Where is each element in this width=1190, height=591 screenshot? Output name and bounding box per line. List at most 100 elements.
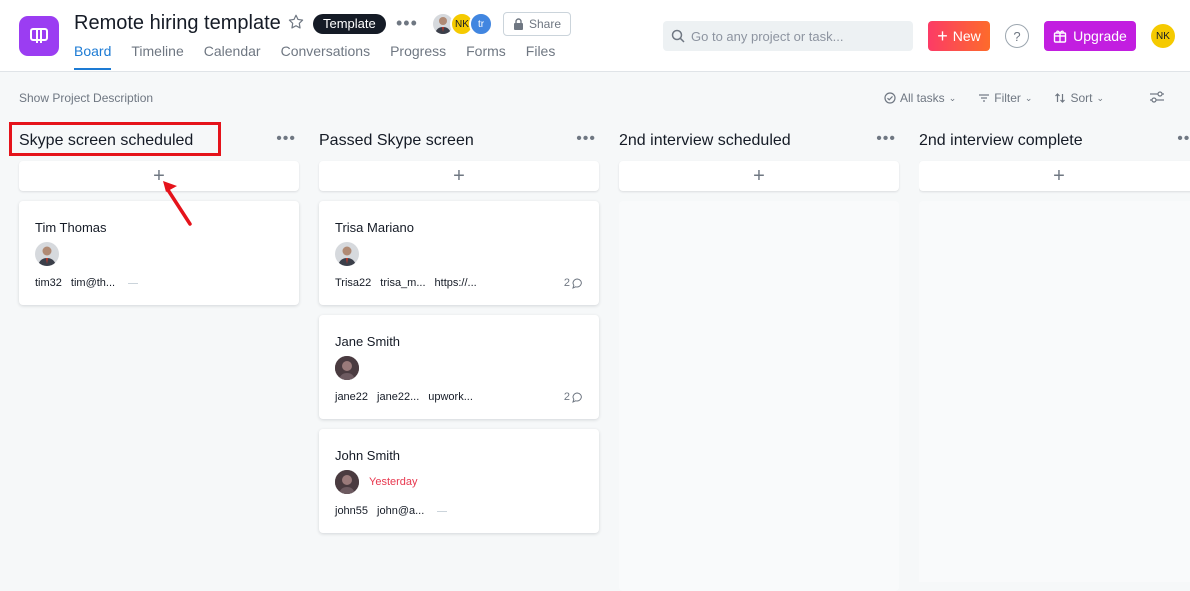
top-bar: Remote hiring template Template ••• NK t… [0, 0, 1190, 72]
project-title[interactable]: Remote hiring template [74, 12, 281, 35]
field-value: Trisa22 [335, 277, 372, 289]
all-tasks-label: All tasks [900, 91, 945, 105]
tab-board[interactable]: Board [74, 43, 112, 70]
gift-icon [1053, 30, 1067, 43]
comment-count-value: 2 [563, 277, 570, 289]
tab-progress[interactable]: Progress [390, 43, 446, 70]
comment-count-value: 2 [563, 391, 570, 403]
empty-column-body [919, 201, 1190, 582]
comment-count[interactable]: 2 [564, 391, 583, 403]
chevron-down-icon: ⌄ [1024, 92, 1033, 103]
assignee-avatar[interactable] [35, 242, 59, 266]
column-header[interactable]: 2nd interview scheduled ••• [619, 126, 899, 156]
upgrade-label: Upgrade [1073, 28, 1127, 44]
filter-dropdown[interactable]: Filter ⌄ [978, 91, 1032, 105]
share-label: Share [529, 17, 562, 31]
person-photo-icon [335, 470, 359, 494]
column-more-icon[interactable]: ••• [876, 130, 896, 148]
search-input[interactable] [691, 28, 901, 44]
field-value: jane22 [335, 391, 369, 403]
plus-icon: + [937, 26, 948, 46]
custom-fields: Trisa22 trisa_m... https://... [335, 277, 486, 289]
column-header[interactable]: Passed Skype screen ••• [319, 126, 599, 156]
field-value: trisa_m... [380, 277, 426, 289]
column-more-icon[interactable]: ••• [576, 130, 596, 148]
project-tabs: Board Timeline Calendar Conversations Pr… [74, 43, 555, 70]
assignee-avatar[interactable] [335, 356, 359, 380]
column-title[interactable]: Passed Skype screen [319, 132, 474, 150]
chevron-down-icon: ⌄ [1096, 92, 1105, 103]
task-card[interactable]: John Smith Yesterday john55 john@a... [319, 429, 599, 533]
share-button[interactable]: Share [503, 12, 572, 36]
sort-label: Sort [1070, 91, 1093, 105]
empty-field-dash [128, 283, 139, 284]
upgrade-button[interactable]: Upgrade [1044, 21, 1136, 51]
column-more-icon[interactable]: ••• [1177, 130, 1190, 148]
search-icon [671, 29, 685, 43]
add-task-button[interactable]: + [619, 161, 899, 191]
task-name[interactable]: John Smith [335, 448, 400, 463]
star-icon[interactable] [287, 13, 305, 31]
field-value: jane22... [377, 391, 420, 403]
field-value: john55 [335, 505, 369, 517]
new-button[interactable]: + New [928, 21, 990, 51]
customize-icon[interactable] [1149, 90, 1165, 104]
filter-icon [979, 94, 990, 102]
due-date[interactable]: Yesterday [369, 476, 418, 488]
board-column: 2nd interview scheduled ••• + [619, 126, 899, 591]
task-name[interactable]: Tim Thomas [35, 220, 107, 235]
custom-fields: tim32 tim@th... [35, 277, 147, 289]
comment-icon [572, 277, 582, 289]
custom-fields: john55 john@a... [335, 505, 456, 517]
assignee-avatar[interactable] [335, 470, 359, 494]
tab-calendar[interactable]: Calendar [204, 43, 261, 70]
help-button[interactable]: ? [1005, 24, 1029, 48]
sort-icon [1055, 93, 1066, 103]
column-title[interactable]: 2nd interview scheduled [619, 132, 791, 150]
board-column: Passed Skype screen ••• + Trisa Mariano … [319, 126, 599, 533]
person-photo-icon [338, 246, 356, 266]
search-bar[interactable] [663, 21, 913, 51]
highlight-annotation [9, 122, 221, 156]
tab-timeline[interactable]: Timeline [131, 43, 183, 70]
member-avatar[interactable]: tr [469, 12, 493, 36]
task-name[interactable]: Jane Smith [335, 334, 400, 349]
add-task-button[interactable]: + [319, 161, 599, 191]
sort-dropdown[interactable]: Sort ⌄ [1054, 91, 1104, 105]
tab-conversations[interactable]: Conversations [281, 43, 371, 70]
custom-fields: jane22 jane22... upwork... [335, 391, 482, 403]
task-name[interactable]: Trisa Mariano [335, 220, 414, 235]
user-avatar[interactable]: NK [1151, 24, 1175, 48]
template-badge: Template [313, 14, 386, 34]
project-icon[interactable] [19, 16, 59, 56]
new-label: New [952, 28, 981, 44]
board-column: 2nd interview complete ••• + [919, 126, 1190, 582]
show-description-link[interactable]: Show Project Description [19, 91, 153, 105]
empty-field-dash [437, 511, 448, 512]
person-photo-icon [38, 246, 56, 266]
comment-count[interactable]: 2 [564, 277, 583, 289]
assignee-avatar[interactable] [335, 242, 359, 266]
task-card[interactable]: Trisa Mariano Trisa22 trisa_m... https:/… [319, 201, 599, 305]
check-circle-icon [884, 92, 896, 104]
task-card[interactable]: Jane Smith jane22 jane22... upwork... 2 [319, 315, 599, 419]
all-tasks-dropdown[interactable]: All tasks ⌄ [884, 91, 956, 105]
column-more-icon[interactable]: ••• [276, 130, 296, 148]
project-more-icon[interactable]: ••• [396, 14, 418, 32]
field-value: john@a... [377, 505, 425, 517]
chevron-down-icon: ⌄ [948, 92, 957, 103]
comment-icon [572, 391, 582, 403]
filter-label: Filter [994, 91, 1021, 105]
column-title[interactable]: 2nd interview complete [919, 132, 1083, 150]
tab-forms[interactable]: Forms [466, 43, 506, 70]
board-toolbar: All tasks ⌄ Filter ⌄ Sort ⌄ [884, 91, 1104, 105]
column-header[interactable]: 2nd interview complete ••• [919, 126, 1190, 156]
tab-files[interactable]: Files [526, 43, 556, 70]
add-task-button[interactable]: + [19, 161, 299, 191]
field-value: https://... [434, 277, 477, 289]
add-task-button[interactable]: + [919, 161, 1190, 191]
person-photo-icon [335, 356, 359, 380]
empty-column-body [619, 201, 899, 591]
task-card[interactable]: Tim Thomas tim32 tim@th... [19, 201, 299, 305]
lock-icon [514, 18, 523, 30]
